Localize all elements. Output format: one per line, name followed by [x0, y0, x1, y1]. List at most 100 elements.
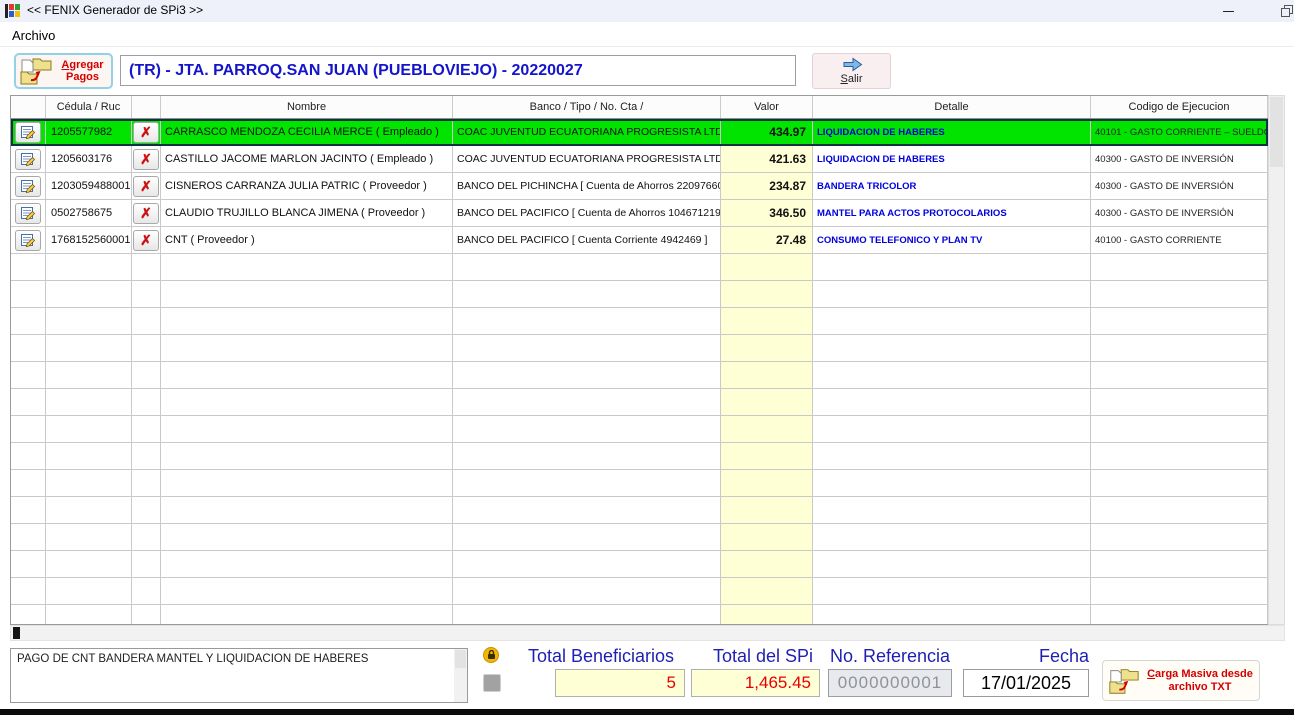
cell-banco: BANCO DEL PACIFICO [ Cuenta de Ahorros 1…: [453, 200, 721, 227]
cell-valor: [721, 254, 813, 281]
cell-valor: [721, 470, 813, 497]
memo-scrollbar[interactable]: [454, 649, 467, 702]
empty-table-row[interactable]: [11, 578, 1268, 605]
cell-cedula: [46, 605, 132, 625]
cell-nombre: [161, 551, 453, 578]
cell-cedula: [46, 416, 132, 443]
cell-delete: [132, 308, 161, 335]
vertical-scrollbar[interactable]: [1268, 95, 1285, 625]
header-cedula[interactable]: Cédula / Ruc: [46, 96, 132, 118]
cell-edit: [11, 200, 46, 227]
minimize-button[interactable]: [1206, 0, 1250, 22]
total-spi-field: 1,465.45: [691, 669, 820, 697]
edit-row-button[interactable]: [15, 203, 41, 224]
cell-edit: [11, 173, 46, 200]
cell-edit: [11, 578, 46, 605]
fecha-field[interactable]: 17/01/2025: [963, 669, 1089, 697]
table-row[interactable]: 0502758675✗CLAUDIO TRUJILLO BLANCA JIMEN…: [11, 200, 1268, 227]
header-delete-spacer: [132, 96, 161, 118]
table-row[interactable]: 1205577982✗CARRASCO MENDOZA CECILIA MERC…: [11, 119, 1268, 146]
vertical-scrollbar-thumb[interactable]: [1270, 97, 1283, 167]
payment-description-memo[interactable]: PAGO DE CNT BANDERA MANTEL Y LIQUIDACION…: [10, 648, 468, 703]
empty-table-row[interactable]: [11, 254, 1268, 281]
cell-edit: [11, 389, 46, 416]
cell-codigo: [1091, 524, 1268, 551]
memo-scrollbar-thumb[interactable]: [455, 650, 466, 668]
cell-cedula: [46, 389, 132, 416]
horizontal-scrollbar[interactable]: [10, 625, 1285, 641]
cell-codigo: [1091, 470, 1268, 497]
delete-row-button[interactable]: ✗: [133, 230, 159, 251]
delete-row-button[interactable]: ✗: [133, 203, 159, 224]
cell-banco: [453, 497, 721, 524]
delete-row-button[interactable]: ✗: [133, 122, 159, 143]
salir-label: Salir: [840, 73, 862, 85]
entity-field[interactable]: (TR) - JTA. PARROQ.SAN JUAN (PUEBLOVIEJO…: [120, 55, 796, 86]
window-title: << FENIX Generador de SPi3 >>: [27, 3, 203, 17]
cell-banco: [453, 281, 721, 308]
table-row[interactable]: 1203059488001✗CISNEROS CARRANZA JULIA PA…: [11, 173, 1268, 200]
delete-row-button[interactable]: ✗: [133, 149, 159, 170]
cell-banco: [453, 416, 721, 443]
header-codigo[interactable]: Codigo de Ejecucion: [1091, 96, 1268, 118]
cell-cedula: [46, 335, 132, 362]
salir-button[interactable]: Salir: [812, 53, 891, 89]
cell-cedula: [46, 470, 132, 497]
cell-codigo: [1091, 578, 1268, 605]
cell-edit: [11, 524, 46, 551]
empty-table-row[interactable]: [11, 335, 1268, 362]
edit-row-button[interactable]: [15, 176, 41, 197]
empty-table-row[interactable]: [11, 497, 1268, 524]
folder-transfer-icon: [1107, 666, 1141, 696]
cell-banco: COAC JUVENTUD ECUATORIANA PROGRESISTA LT…: [453, 119, 721, 146]
cell-valor: [721, 578, 813, 605]
header-banco[interactable]: Banco / Tipo / No. Cta /: [453, 96, 721, 118]
cell-banco: [453, 254, 721, 281]
cell-edit: [11, 416, 46, 443]
cell-codigo: [1091, 605, 1268, 625]
horizontal-scrollbar-thumb[interactable]: [13, 627, 20, 639]
empty-table-row[interactable]: [11, 389, 1268, 416]
cell-banco: [453, 308, 721, 335]
header-detalle[interactable]: Detalle: [813, 96, 1091, 118]
delete-row-button[interactable]: ✗: [133, 176, 159, 197]
empty-table-row[interactable]: [11, 551, 1268, 578]
agregar-pagos-button[interactable]: Agregar Pagos: [14, 53, 113, 89]
total-beneficiarios-field: 5: [555, 669, 685, 697]
table-row[interactable]: 1205603176✗CASTILLO JACOME MARLON JACINT…: [11, 146, 1268, 173]
header-valor[interactable]: Valor: [721, 96, 813, 118]
empty-table-row[interactable]: [11, 281, 1268, 308]
edit-row-button[interactable]: [15, 149, 41, 170]
toolbar: Agregar Pagos (TR) - JTA. PARROQ.SAN JUA…: [0, 48, 1294, 95]
empty-table-row[interactable]: [11, 416, 1268, 443]
empty-table-row[interactable]: [11, 443, 1268, 470]
empty-table-row[interactable]: [11, 470, 1268, 497]
total-beneficiarios-label: Total Beneficiarios: [516, 646, 686, 667]
cell-edit: [11, 119, 46, 146]
empty-table-row[interactable]: [11, 362, 1268, 389]
cell-nombre: [161, 470, 453, 497]
cell-codigo: [1091, 416, 1268, 443]
cell-valor: 434.97: [721, 119, 813, 146]
cell-banco: COAC JUVENTUD ECUATORIANA PROGRESISTA LT…: [453, 146, 721, 173]
cell-delete: [132, 254, 161, 281]
carga-masiva-button[interactable]: Carga Masiva desde archivo TXT: [1102, 660, 1260, 701]
restore-button[interactable]: [1272, 0, 1294, 22]
cell-detalle: [813, 470, 1091, 497]
cell-valor: 27.48: [721, 227, 813, 254]
header-nombre[interactable]: Nombre: [161, 96, 453, 118]
empty-table-row[interactable]: [11, 524, 1268, 551]
cell-delete: [132, 281, 161, 308]
empty-table-row[interactable]: [11, 308, 1268, 335]
cell-nombre: CASTILLO JACOME MARLON JACINTO ( Emplead…: [161, 146, 453, 173]
edit-row-button[interactable]: [15, 122, 41, 143]
table-row[interactable]: 1768152560001✗CNT ( Proveedor )BANCO DEL…: [11, 227, 1268, 254]
cell-cedula: 1205603176: [46, 146, 132, 173]
cell-cedula: [46, 281, 132, 308]
total-spi-label: Total del SPi: [700, 646, 826, 667]
menu-archivo[interactable]: Archivo: [8, 26, 59, 45]
empty-table-row[interactable]: [11, 605, 1268, 625]
edit-row-button[interactable]: [15, 230, 41, 251]
cell-codigo: [1091, 362, 1268, 389]
edit-form-icon: [20, 233, 36, 248]
